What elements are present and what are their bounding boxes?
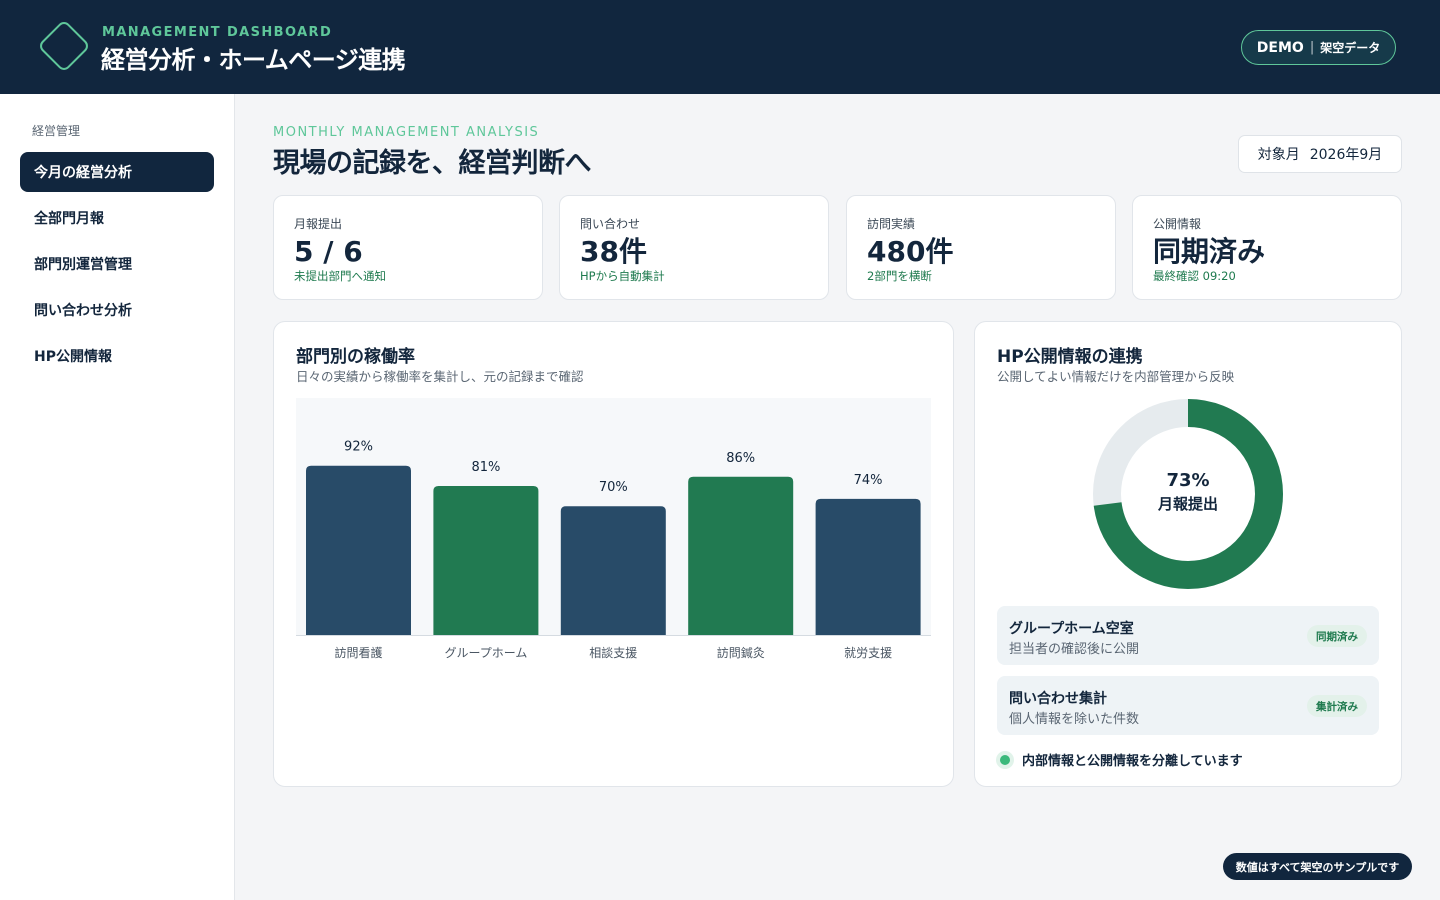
kpi-note: 2部門を横断	[867, 269, 932, 283]
kpi-label: 問い合わせ	[580, 217, 641, 231]
sync-card-inquiry[interactable]: 問い合わせ集計 個人情報を除いた件数 集計済み	[997, 676, 1379, 735]
sidebar: 経営管理 今月の経営分析 全部門月報 部門別運営管理 問い合わせ分析 HP公開情…	[0, 94, 235, 900]
separation-note: 内部情報と公開情報を分離しています	[997, 750, 1243, 769]
hp-sync-title: HP公開情報の連携	[997, 347, 1143, 367]
top-header: MANAGEMENT DASHBOARD 経営分析・ホームページ連携 DEMO …	[0, 0, 1440, 94]
kpi-label: 月報提出	[294, 217, 343, 231]
demo-label: DEMO	[1256, 39, 1304, 56]
bar-value-label: 86%	[726, 451, 755, 466]
utilization-panel: 部門別の稼働率 日々の実績から稼働率を集計し、元の記録まで確認 92% 訪問看護 8…	[273, 321, 954, 787]
month-label: 対象月	[1257, 147, 1300, 163]
sidebar-item-inquiry-analysis[interactable]: 問い合わせ分析	[20, 290, 214, 330]
bar-chart-area: 92% 訪問看護 81% グループホーム 70% 相談支援 86% 訪問鍼灸 74% 就労支援	[296, 398, 931, 660]
hp-sync-panel: HP公開情報の連携 公開してよい情報だけを内部管理から反映 73% 月報提出 グ…	[974, 321, 1402, 787]
bar-value-label: 92%	[344, 440, 373, 455]
kpi-note: HPから自動集計	[580, 269, 665, 283]
kpi-value: 38件	[580, 235, 647, 268]
kpi-value: 5 / 6	[294, 235, 363, 268]
bar-category-label: グループホーム	[444, 646, 527, 660]
kpi-value: 480件	[867, 235, 954, 268]
sidebar-heading: 経営管理	[32, 124, 81, 138]
demo-text: 架空データ	[1320, 41, 1381, 55]
chart-bar-1[interactable]	[306, 465, 411, 635]
utilization-subtitle: 日々の実績から稼働率を集計し、元の記録まで確認	[296, 369, 584, 384]
donut-percent: 73%	[1166, 470, 1210, 491]
hp-sync-subtitle: 公開してよい情報だけを内部管理から反映	[997, 369, 1235, 384]
sample-data-notice: 数値はすべて架空のサンプルです	[1223, 853, 1412, 880]
kpi-value: 同期済み	[1153, 235, 1266, 268]
page-eyebrow: MONTHLY MANAGEMENT ANALYSIS	[273, 125, 540, 140]
kpi-card-inquiries: 問い合わせ 38件 HPから自動集計	[559, 195, 829, 300]
month-selector[interactable]: 対象月 2026年9月	[1238, 135, 1402, 173]
donut-chart: 73% 月報提出	[1092, 398, 1284, 590]
sync-card-title: グループホーム空室	[1009, 621, 1134, 637]
status-dot-icon	[1000, 754, 1010, 765]
kpi-note: 未提出部門へ通知	[294, 269, 386, 283]
diamond-logo-icon	[37, 19, 91, 73]
bar-category-label: 就労支援	[844, 646, 892, 660]
status-badge: 同期済み	[1307, 625, 1367, 647]
status-badge: 集計済み	[1307, 695, 1367, 717]
brand-title: 経営分析・ホームページ連携	[101, 46, 406, 74]
sync-card-title: 問い合わせ集計	[1009, 691, 1107, 707]
kpi-card-visits: 訪問実績 480件 2部門を横断	[846, 195, 1116, 300]
bar-value-label: 70%	[599, 480, 628, 495]
bar-category-label: 訪問鍼灸	[717, 645, 765, 660]
bar-value-label: 74%	[854, 473, 883, 488]
kpi-label: 訪問実績	[867, 217, 916, 231]
sidebar-item-department-management[interactable]: 部門別運営管理	[20, 244, 214, 284]
sync-card-subtitle: 担当者の確認後に公開	[1009, 642, 1140, 657]
bar-value-label: 81%	[471, 460, 500, 475]
sidebar-item-hp-info[interactable]: HP公開情報	[20, 336, 214, 376]
chart-bar-2[interactable]	[433, 485, 539, 635]
kpi-card-public-info: 公開情報 同期済み 最終確認 09:20	[1132, 195, 1402, 300]
utilization-title: 部門別の稼働率	[296, 347, 415, 367]
chart-bar-5[interactable]	[815, 498, 921, 635]
sync-card-vacancy[interactable]: グループホーム空室 担当者の確認後に公開 同期済み	[997, 606, 1379, 665]
sidebar-item-monthly-analysis[interactable]: 今月の経営分析	[20, 152, 214, 192]
sidebar-item-all-reports[interactable]: 全部門月報	[20, 198, 214, 238]
bar-category-label: 訪問看護	[334, 645, 382, 660]
brand-subtitle: MANAGEMENT DASHBOARD	[102, 25, 333, 40]
kpi-card-reports: 月報提出 5 / 6 未提出部門へ通知	[273, 195, 543, 300]
donut-label: 月報提出	[1157, 495, 1218, 513]
demo-badge: DEMO | 架空データ	[1241, 30, 1396, 65]
kpi-label: 公開情報	[1153, 217, 1202, 231]
chart-bar-4[interactable]	[688, 476, 794, 635]
donut-center: 73% 月報提出	[1092, 470, 1284, 514]
chart-bar-3[interactable]	[560, 506, 666, 635]
separation-note-text: 内部情報と公開情報を分離しています	[1022, 754, 1243, 769]
bar-category-label: 相談支援	[589, 645, 637, 660]
page-title: 現場の記録を、経営判断へ	[273, 148, 592, 179]
sync-card-subtitle: 個人情報を除いた件数	[1009, 712, 1140, 727]
kpi-note: 最終確認 09:20	[1153, 269, 1236, 283]
demo-separator: |	[1309, 40, 1315, 55]
month-value: 2026年9月	[1309, 147, 1383, 163]
bar-chart: 92% 訪問看護 81% グループホーム 70% 相談支援 86% 訪問鍼灸 74% 就労支援	[296, 440, 931, 660]
